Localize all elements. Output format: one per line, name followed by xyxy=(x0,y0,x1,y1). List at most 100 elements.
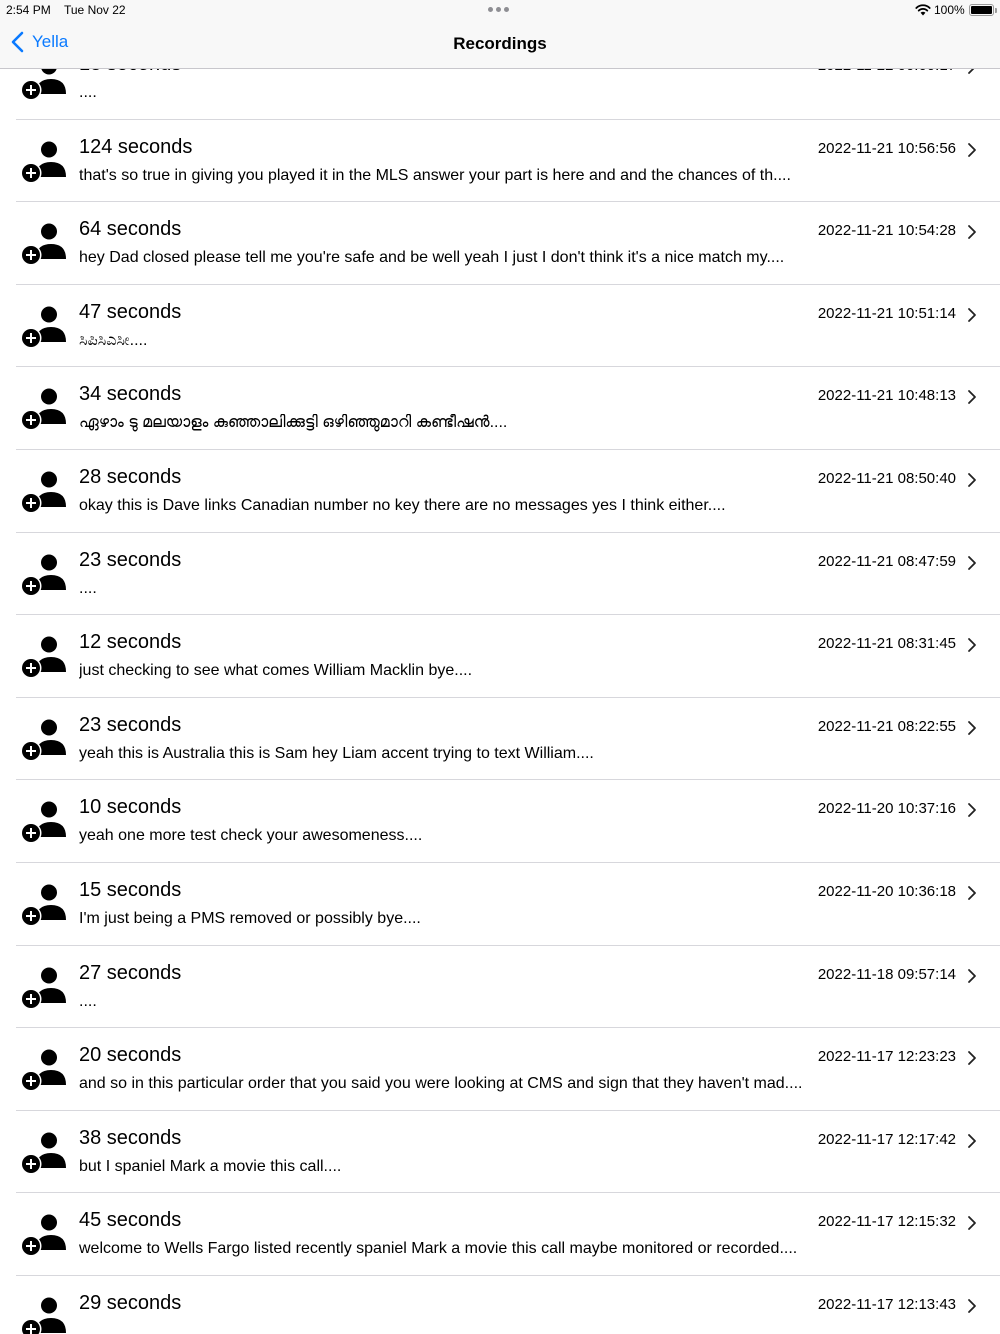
recording-timestamp: 2022-11-20 10:37:16 xyxy=(817,800,956,818)
status-bar: 2:54 PM Tue Nov 22 100% xyxy=(0,0,1000,22)
recording-timestamp: 2022-11-21 08:22:55 xyxy=(817,717,956,735)
person-add-icon[interactable] xyxy=(20,801,68,845)
recording-duration: 10 seconds xyxy=(79,796,182,819)
recording-duration: 29 seconds xyxy=(79,1291,182,1314)
chevron-right-icon xyxy=(968,803,976,818)
recording-transcript: ಸಿಪಿಸಿಎಸೀ.... xyxy=(79,331,148,349)
recording-duration: 124 seconds xyxy=(79,135,193,158)
recording-duration: 20 seconds xyxy=(79,1044,182,1067)
person-add-icon[interactable] xyxy=(20,636,68,680)
person-add-icon[interactable] xyxy=(20,1132,68,1176)
recording-row[interactable]: 38 seconds but I spaniel Mark a movie th… xyxy=(0,1111,1000,1194)
recording-duration: 47 seconds xyxy=(79,300,182,323)
recording-row[interactable]: 23 seconds yeah this is Australia this i… xyxy=(0,698,1000,781)
chevron-right-icon xyxy=(968,390,976,405)
recording-row[interactable]: 124 seconds that's so true in giving you… xyxy=(0,120,1000,203)
person-add-icon[interactable] xyxy=(20,967,68,1011)
person-add-icon[interactable] xyxy=(20,719,68,763)
recording-timestamp: 2022-11-18 09:57:14 xyxy=(817,965,956,983)
chevron-right-icon xyxy=(968,720,976,735)
recording-row[interactable]: 34 seconds ഏഴാം ടു മലയാളം കുഞ്ഞാലിക്കുട്… xyxy=(0,367,1000,450)
recording-transcript: welcome to Wells Fargo listed recently s… xyxy=(79,1240,798,1258)
recording-timestamp: 2022-11-17 12:13:43 xyxy=(817,1295,956,1313)
chevron-right-icon xyxy=(968,142,976,157)
recording-transcript: but I spaniel Mark a movie this call.... xyxy=(79,1157,342,1175)
recording-transcript: .... xyxy=(79,84,97,101)
recording-transcript: yeah one more test check your awesomenes… xyxy=(79,827,423,845)
recording-transcript: that's so true in giving you played it i… xyxy=(79,166,791,184)
recording-row[interactable]: 28 seconds okay this is Dave links Canad… xyxy=(0,450,1000,533)
recording-duration: 12 seconds xyxy=(79,631,182,654)
recording-timestamp: 2022-11-17 12:17:42 xyxy=(817,1130,956,1148)
recording-timestamp: 2022-11-21 08:31:45 xyxy=(817,635,956,653)
chevron-right-icon xyxy=(968,968,976,983)
recording-row[interactable]: 12 seconds just checking to see what com… xyxy=(0,615,1000,698)
person-add-icon[interactable] xyxy=(20,223,68,267)
chevron-right-icon xyxy=(968,886,976,900)
recording-row[interactable]: 47 seconds ಸಿಪಿಸಿಎಸೀ.... 2022-11-21 10:5… xyxy=(0,285,1000,368)
chevron-right-icon xyxy=(968,473,976,487)
recording-duration: 45 seconds xyxy=(79,1209,182,1232)
recording-timestamp: 2022-11-17 12:15:32 xyxy=(817,1213,956,1231)
recording-duration: 28 seconds xyxy=(79,465,182,488)
recording-timestamp: 2022-11-21 10:51:14 xyxy=(817,304,956,322)
recording-duration: 27 seconds xyxy=(79,961,182,984)
recording-transcript: just checking to see what comes William … xyxy=(79,662,473,680)
chevron-right-icon xyxy=(968,225,976,240)
chevron-right-icon xyxy=(968,1299,976,1313)
chevron-right-icon xyxy=(968,1133,976,1148)
recording-transcript: okay this is Dave links Canadian number … xyxy=(79,496,726,514)
recording-timestamp: 2022-11-17 12:23:23 xyxy=(817,1048,956,1066)
multitasking-dots-icon[interactable] xyxy=(488,7,509,12)
chevron-right-icon xyxy=(968,638,976,653)
recording-row[interactable]: 20 seconds and so in this particular ord… xyxy=(0,1028,1000,1111)
recording-transcript: .... xyxy=(79,992,97,1010)
recording-transcript: ഏഴാം ടു മലയാളം കുഞ്ഞാലിക്കുട്ടി ഒഴിഞ്ഞുമ… xyxy=(79,414,508,432)
recording-row[interactable]: 23 seconds .... 2022-11-21 08:47:59 xyxy=(0,533,1000,616)
recording-duration: 34 seconds xyxy=(79,383,182,406)
recording-transcript: .... xyxy=(79,579,97,597)
recording-timestamp: 2022-11-21 10:56:56 xyxy=(817,139,956,157)
person-add-icon[interactable] xyxy=(20,388,68,432)
person-add-icon[interactable] xyxy=(20,471,68,515)
status-time: 2:54 PM xyxy=(6,3,51,17)
recording-timestamp: 2022-11-21 10:48:13 xyxy=(817,387,956,405)
recording-transcript: and so in this particular order that you… xyxy=(79,1075,803,1093)
battery-icon xyxy=(969,4,997,16)
chevron-right-icon xyxy=(968,307,976,322)
recording-row[interactable]: 15 seconds I'm just being a PMS removed … xyxy=(0,863,1000,946)
recording-duration: 23 seconds xyxy=(79,548,182,571)
recording-duration: 23 seconds xyxy=(79,713,182,736)
wifi-icon xyxy=(915,4,931,16)
recording-row[interactable]: 64 seconds hey Dad closed please tell me… xyxy=(0,202,1000,285)
person-add-icon[interactable] xyxy=(20,1049,68,1093)
person-add-icon[interactable] xyxy=(20,884,68,928)
recording-timestamp: 2022-11-21 10:54:28 xyxy=(817,222,956,240)
recording-timestamp: 2022-11-21 08:50:40 xyxy=(817,469,956,487)
status-date: Tue Nov 22 xyxy=(64,3,126,17)
recordings-screen: 13 seconds .... 2022-11-22 00:00:17 124 … xyxy=(0,0,1000,1334)
recording-timestamp: 2022-11-20 10:36:18 xyxy=(817,882,956,900)
person-add-icon[interactable] xyxy=(20,554,68,598)
recording-transcript: I'm just being a PMS removed or possibly… xyxy=(79,909,421,927)
battery-percentage: 100% xyxy=(934,3,965,17)
recording-timestamp: 2022-11-21 08:47:59 xyxy=(817,552,956,570)
page-title: Recordings xyxy=(453,34,547,53)
person-add-icon[interactable] xyxy=(20,141,68,185)
recording-transcript: yeah this is Australia this is Sam hey L… xyxy=(79,744,594,762)
recording-duration: 15 seconds xyxy=(79,878,182,901)
person-add-icon[interactable] xyxy=(20,1214,68,1258)
recording-row[interactable]: 27 seconds .... 2022-11-18 09:57:14 xyxy=(0,946,1000,1029)
person-add-icon[interactable] xyxy=(20,1297,68,1334)
person-add-icon[interactable] xyxy=(20,306,68,350)
recording-row[interactable]: 29 seconds 2022-11-17 12:13:43 xyxy=(0,1276,1000,1334)
recording-transcript: hey Dad closed please tell me you're saf… xyxy=(79,249,785,267)
recordings-list[interactable]: 13 seconds .... 2022-11-22 00:00:17 124 … xyxy=(0,37,1000,1334)
recording-row[interactable]: 45 seconds welcome to Wells Fargo listed… xyxy=(0,1193,1000,1276)
recording-duration: 38 seconds xyxy=(79,1126,182,1149)
recording-row[interactable]: 10 seconds yeah one more test check your… xyxy=(0,780,1000,863)
chevron-right-icon xyxy=(968,555,976,570)
chevron-right-icon xyxy=(968,1051,976,1066)
recording-duration: 64 seconds xyxy=(79,218,182,241)
chevron-right-icon xyxy=(968,1216,976,1231)
